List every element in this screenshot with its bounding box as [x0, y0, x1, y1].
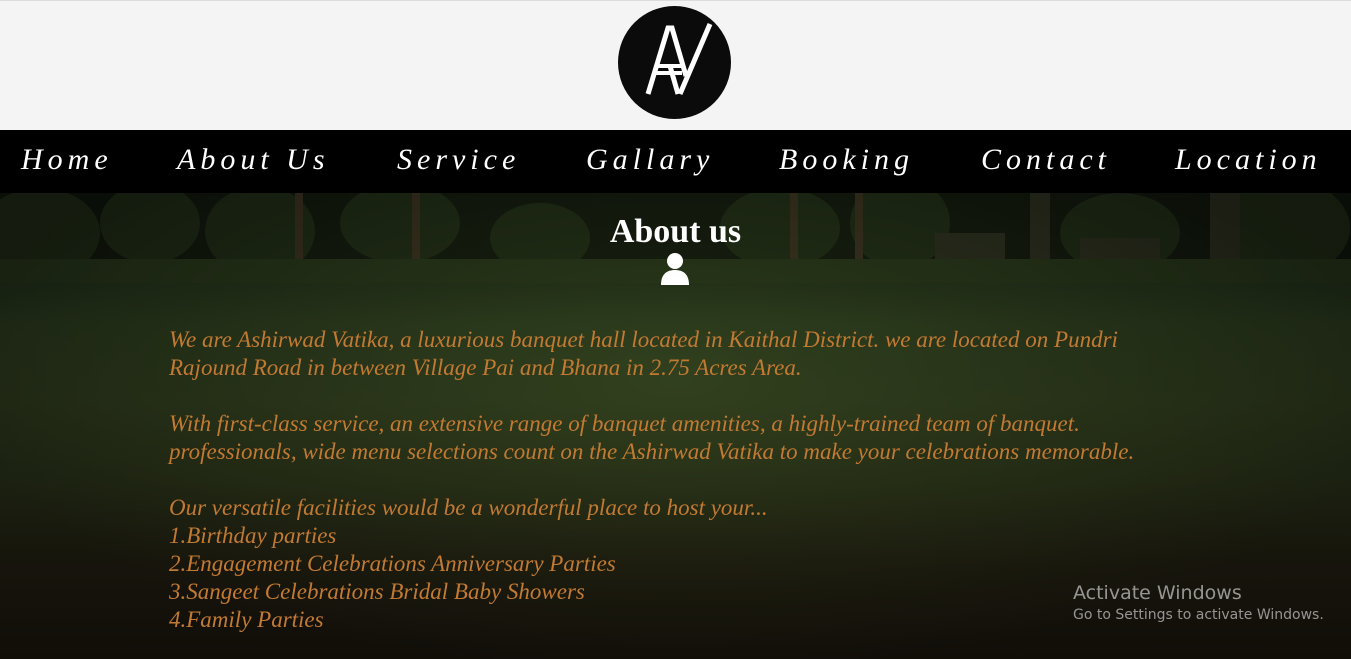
- list-item: 2.Engagement Celebrations Anniversary Pa…: [169, 551, 616, 576]
- about-content: We are Ashirwad Vatika, a luxurious banq…: [169, 326, 1179, 634]
- user-icon: [661, 253, 689, 285]
- about-paragraph-location: We are Ashirwad Vatika, a luxurious banq…: [169, 327, 1118, 380]
- main-nav: Home About Us Service Gallary Booking Co…: [0, 130, 1351, 193]
- nav-item-service[interactable]: Service: [397, 142, 520, 178]
- about-paragraph-service: With first-class service, an extensive r…: [169, 411, 1135, 464]
- nav-item-location[interactable]: Location: [1175, 142, 1322, 178]
- about-intro: Our versatile facilities would be a wond…: [169, 495, 768, 520]
- nav-item-booking[interactable]: Booking: [779, 142, 914, 178]
- list-item: 1.Birthday parties: [169, 523, 337, 548]
- service-list: 1.Birthday parties 2.Engagement Celebrat…: [169, 522, 1179, 634]
- list-item: 4.Family Parties: [169, 607, 324, 632]
- about-title: About us: [609, 213, 742, 250]
- nav-item-contact[interactable]: Contact: [981, 142, 1111, 178]
- nav-item-gallary[interactable]: Gallary: [586, 142, 714, 178]
- page: Home About Us Service Gallary Booking Co…: [0, 0, 1351, 659]
- watermark-subtitle: Go to Settings to activate Windows.: [1073, 607, 1324, 623]
- brand-logo[interactable]: [618, 6, 731, 119]
- watermark-title: Activate Windows: [1073, 582, 1242, 604]
- logo-monogram-icon: [645, 23, 713, 95]
- nav-item-about-us[interactable]: About Us: [177, 142, 330, 178]
- list-item: 3.Sangeet Celebrations Bridal Baby Showe…: [169, 579, 585, 604]
- site-header: [0, 0, 1351, 130]
- windows-activation-watermark: Activate Windows Go to Settings to activ…: [1073, 581, 1324, 625]
- nav-item-home[interactable]: Home: [21, 142, 113, 178]
